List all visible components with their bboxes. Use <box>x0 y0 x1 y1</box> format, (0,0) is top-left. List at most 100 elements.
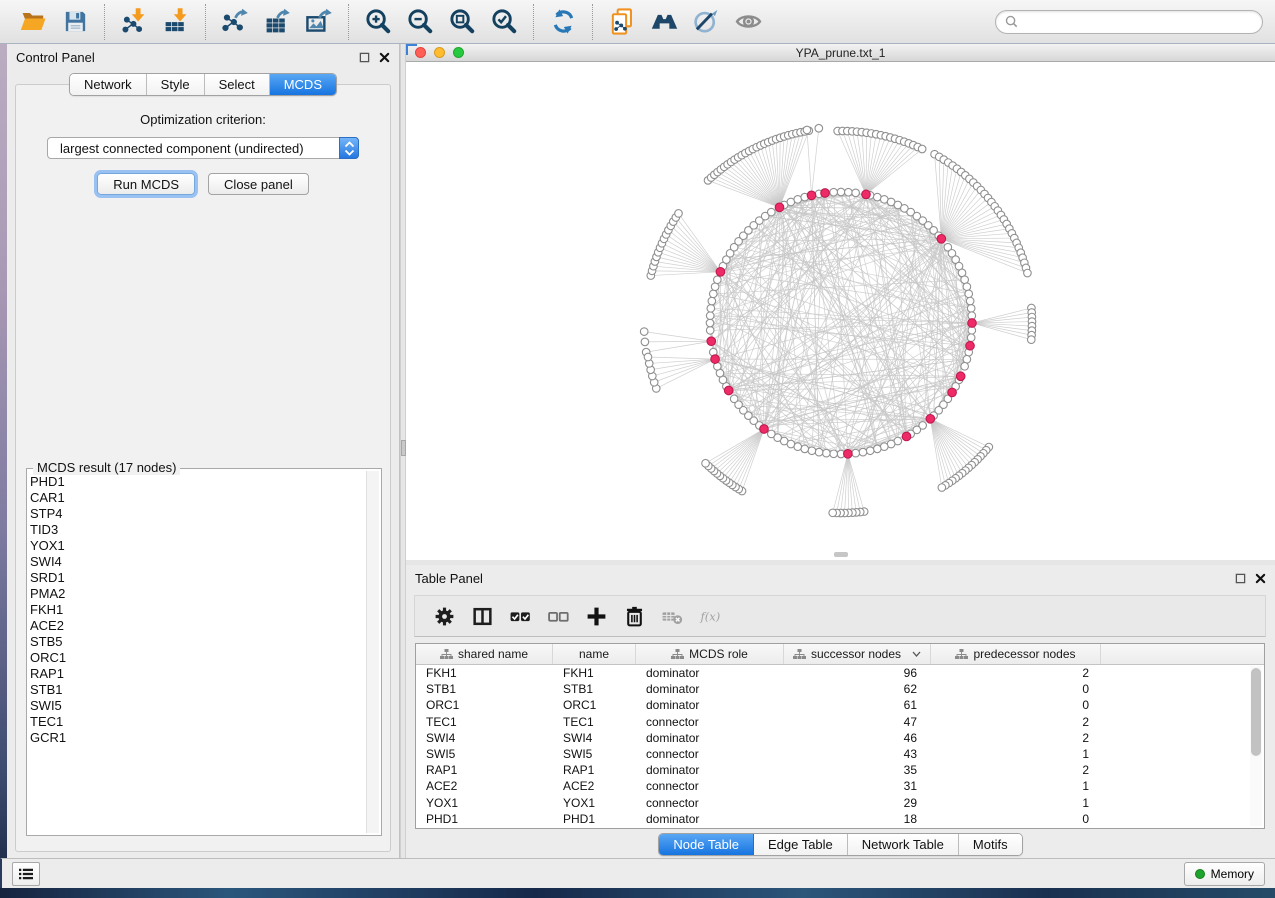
network-node[interactable] <box>918 145 926 153</box>
delete-column-button[interactable] <box>615 598 653 634</box>
export-table-button[interactable] <box>257 3 297 41</box>
table-row[interactable]: ACE2ACE2connector311 <box>416 778 1264 794</box>
control-tab-network[interactable]: Network <box>70 74 147 95</box>
table-row[interactable]: RAP1RAP1dominator352 <box>416 762 1264 778</box>
mcds-hub-node[interactable] <box>807 191 816 200</box>
control-tab-mcds[interactable]: MCDS <box>270 74 336 95</box>
split-panel-button[interactable] <box>463 598 501 634</box>
network-node[interactable] <box>709 290 717 298</box>
network-node[interactable] <box>880 443 888 451</box>
mcds-result-item[interactable]: STB5 <box>30 634 365 650</box>
network-node[interactable] <box>644 353 652 361</box>
network-node[interactable] <box>965 290 973 298</box>
table-tab-motifs[interactable]: Motifs <box>959 834 1022 855</box>
network-node[interactable] <box>768 430 776 438</box>
network-node[interactable] <box>866 447 874 455</box>
network-node[interactable] <box>794 196 802 204</box>
show-graphics-details-button[interactable] <box>728 3 768 41</box>
table-row[interactable]: ORC1ORC1dominator610 <box>416 697 1264 713</box>
import-table-button[interactable] <box>156 3 196 41</box>
function-builder-button[interactable]: f(x) <box>691 598 729 634</box>
zoom-selected-button[interactable] <box>484 3 524 41</box>
window-minimize-icon[interactable] <box>434 47 445 58</box>
apply-layout-button[interactable] <box>543 3 583 41</box>
network-node[interactable] <box>852 189 860 197</box>
mcds-hub-node[interactable] <box>862 190 871 199</box>
network-node[interactable] <box>967 334 975 342</box>
network-node[interactable] <box>961 362 969 370</box>
mcds-hub-node[interactable] <box>760 425 769 434</box>
column-header-name[interactable]: name <box>553 644 636 664</box>
mcds-result-item[interactable]: CAR1 <box>30 490 365 506</box>
table-row[interactable]: PHD1PHD1dominator180 <box>416 811 1264 827</box>
table-row[interactable]: YOX1YOX1connector291 <box>416 795 1264 811</box>
network-node[interactable] <box>967 305 975 313</box>
mcds-result-item[interactable]: PHD1 <box>30 474 365 490</box>
mcds-hub-node[interactable] <box>775 203 784 212</box>
column-header-predecessor-nodes[interactable]: predecessor nodes <box>931 644 1101 664</box>
hide-graphics-details-button[interactable] <box>686 3 726 41</box>
network-node[interactable] <box>815 124 823 132</box>
table-row[interactable]: SWI4SWI4dominator462 <box>416 730 1264 746</box>
deselect-all-button[interactable] <box>539 598 577 634</box>
table-scrollbar[interactable] <box>1250 666 1262 826</box>
table-row[interactable]: TEC1TEC1connector472 <box>416 714 1264 730</box>
network-node[interactable] <box>706 312 714 320</box>
network-node[interactable] <box>823 449 831 457</box>
network-node[interactable] <box>706 327 714 335</box>
add-column-button[interactable] <box>577 598 615 634</box>
mcds-result-item[interactable]: SWI5 <box>30 698 365 714</box>
network-node[interactable] <box>961 276 969 284</box>
mcds-result-item[interactable]: FKH1 <box>30 602 365 618</box>
network-node[interactable] <box>873 193 881 201</box>
network-node[interactable] <box>845 188 853 196</box>
mcds-result-item[interactable]: TEC1 <box>30 714 365 730</box>
network-node[interactable] <box>641 338 649 346</box>
gear-button[interactable] <box>425 598 463 634</box>
mcds-hub-node[interactable] <box>902 432 911 441</box>
mcds-result-item[interactable]: STP4 <box>30 506 365 522</box>
column-header-successor-nodes[interactable]: successor nodes <box>784 644 931 664</box>
clipboard-network-button[interactable] <box>602 3 642 41</box>
mcds-hub-node[interactable] <box>968 319 977 328</box>
mcds-result-item[interactable]: TID3 <box>30 522 365 538</box>
control-tab-style[interactable]: Style <box>147 74 205 95</box>
run-mcds-button[interactable]: Run MCDS <box>97 173 195 195</box>
zoom-out-button[interactable] <box>400 3 440 41</box>
mcds-hub-node[interactable] <box>844 450 853 459</box>
mcds-hub-node[interactable] <box>724 386 733 395</box>
mcds-result-item[interactable]: GCR1 <box>30 730 365 746</box>
table-scrollbar-thumb[interactable] <box>1251 668 1261 756</box>
network-node[interactable] <box>801 445 809 453</box>
network-node[interactable] <box>1027 336 1035 344</box>
float-table-panel-button[interactable] <box>1235 573 1246 584</box>
mcds-result-item[interactable]: ORC1 <box>30 650 365 666</box>
mcds-result-item[interactable]: STB1 <box>30 682 365 698</box>
close-panel-button[interactable] <box>379 52 390 63</box>
save-session-button[interactable] <box>55 3 95 41</box>
mcds-hub-node[interactable] <box>821 189 830 198</box>
network-node[interactable] <box>873 445 881 453</box>
mcds-hub-node[interactable] <box>707 337 716 346</box>
criterion-dropdown[interactable]: largest connected component (undirected) <box>47 137 359 159</box>
table-tab-network-table[interactable]: Network Table <box>848 834 959 855</box>
memory-button[interactable]: Memory <box>1184 862 1265 886</box>
mcds-hub-node[interactable] <box>926 415 935 424</box>
mcds-result-item[interactable]: YOX1 <box>30 538 365 554</box>
import-network-button[interactable] <box>114 3 154 41</box>
network-node[interactable] <box>768 208 776 216</box>
network-node[interactable] <box>859 448 867 456</box>
mcds-result-scrollbar[interactable] <box>366 471 379 833</box>
column-header-MCDS-role[interactable]: MCDS role <box>636 644 784 664</box>
network-node[interactable] <box>714 276 722 284</box>
network-node[interactable] <box>675 210 683 218</box>
select-all-button[interactable] <box>501 598 539 634</box>
network-node[interactable] <box>803 126 811 134</box>
mcds-hub-node[interactable] <box>966 341 975 350</box>
network-node[interactable] <box>1024 269 1032 277</box>
network-node[interactable] <box>830 450 838 458</box>
column-header-shared-name[interactable]: shared name <box>416 644 553 664</box>
mcds-hub-node[interactable] <box>937 234 946 243</box>
network-node[interactable] <box>708 297 716 305</box>
close-table-panel-button[interactable] <box>1255 573 1266 584</box>
